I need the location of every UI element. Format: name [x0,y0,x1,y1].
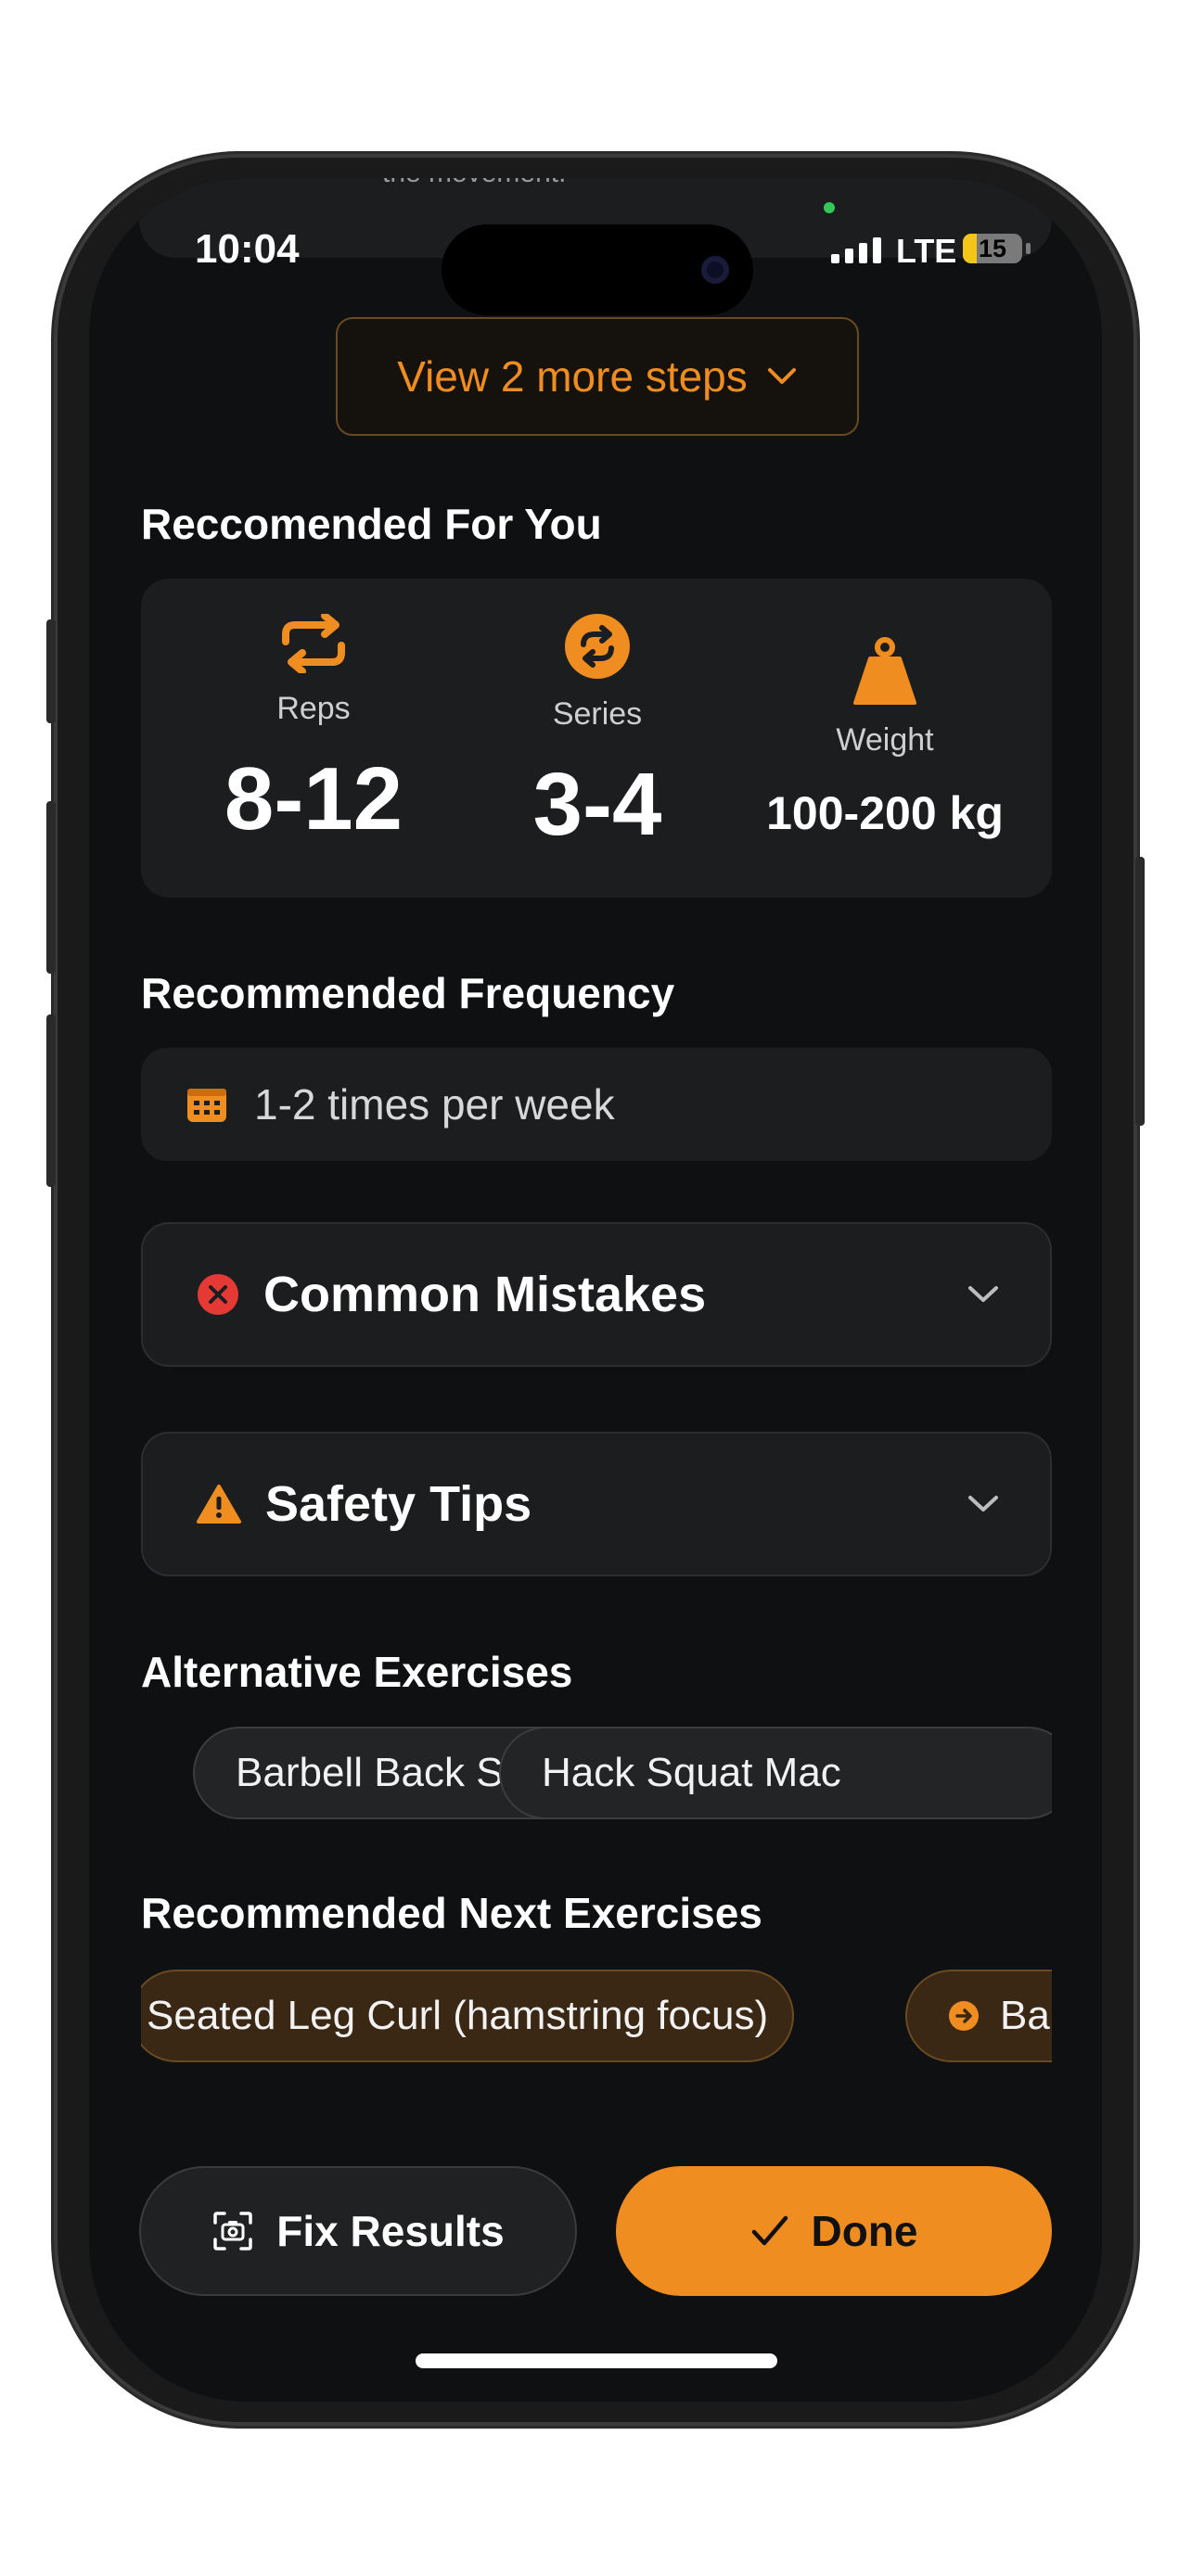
calendar-icon [187,1089,226,1122]
warning-icon [197,1485,241,1524]
next-exercise-chip[interactable]: Seated Leg Curl (hamstring focus) [141,1970,795,2062]
reps-label: Reps [276,691,351,726]
status-time: 10:04 [195,226,300,272]
alternatives-scroller[interactable]: Barbell Back Squat Hack Squat Mac [141,1727,1052,1829]
reps-metric: Reps 8-12 [184,612,443,848]
next-exercise-label: Ba [1000,1993,1050,2038]
done-label: Done [811,2207,918,2255]
repeat-icon [282,612,345,675]
kettlebell-icon [853,637,916,705]
arrow-circle-icon [949,2001,979,2031]
camera-indicator-dot [824,202,835,213]
next-exercises-scroller[interactable]: Seated Leg Curl (hamstring focus) Ba [141,1970,1052,2072]
action-button [46,619,56,723]
frequency-value: 1-2 times per week [254,1080,615,1129]
power-button [1135,857,1145,1126]
safety-tips-section[interactable]: Safety Tips [141,1432,1052,1576]
frequency-title: Recommended Frequency [141,969,675,1017]
cycle-icon [565,614,630,679]
volume-up-button [46,801,56,974]
alternatives-title: Alternative Exercises [141,1648,573,1696]
dynamic-island [442,224,753,315]
series-metric: Series 3-4 [467,614,727,849]
weight-label: Weight [836,722,934,758]
fix-results-label: Fix Results [276,2207,505,2255]
signal-icon [831,237,881,263]
series-label: Series [552,696,643,732]
volume-down-button [46,1014,56,1187]
weight-value: 100-200 kg [766,787,1004,839]
network-type: LTE [896,232,957,270]
recommended-card: Reps 8-12 Series 3-4 Weight 100-200 kg [141,579,1052,898]
alternative-chip[interactable]: Hack Squat Mac [499,1727,1052,1819]
series-value: 3-4 [532,755,662,854]
checkmark-icon [751,2215,788,2246]
battery-level: 15 [978,235,1007,262]
common-mistakes-label: Common Mistakes [263,1267,707,1322]
next-exercises-title: Recommended Next Exercises [141,1889,762,1937]
done-button[interactable]: Done [616,2166,1052,2296]
common-mistakes-section[interactable]: Common Mistakes [141,1222,1052,1367]
next-exercise-chip[interactable]: Ba [905,1970,1052,2062]
chevron-down-icon [767,368,796,384]
chevron-down-icon [968,1286,998,1302]
fix-results-button[interactable]: Fix Results [139,2166,577,2296]
view-more-steps-label: View 2 more steps [397,352,748,401]
reps-value: 8-12 [224,749,403,848]
camera-scan-icon [213,2212,253,2251]
error-circle-icon [198,1274,238,1315]
view-more-steps-button[interactable]: View 2 more steps [336,317,859,436]
frequency-card: 1-2 times per week [141,1048,1052,1161]
home-indicator[interactable] [416,2353,777,2368]
safety-tips-label: Safety Tips [265,1476,532,1532]
front-camera [701,256,729,284]
chevron-down-icon [968,1496,998,1511]
battery-icon: 15 [963,234,1022,263]
weight-metric: Weight 100-200 kg [736,636,1033,836]
battery-tip [1026,243,1031,254]
recommended-title: Reccomended For You [141,500,602,548]
app-screen: the movement. 10:04 LTE 15 View 2 more s… [89,178,1102,2402]
previous-step-text: the movement. [382,178,566,189]
